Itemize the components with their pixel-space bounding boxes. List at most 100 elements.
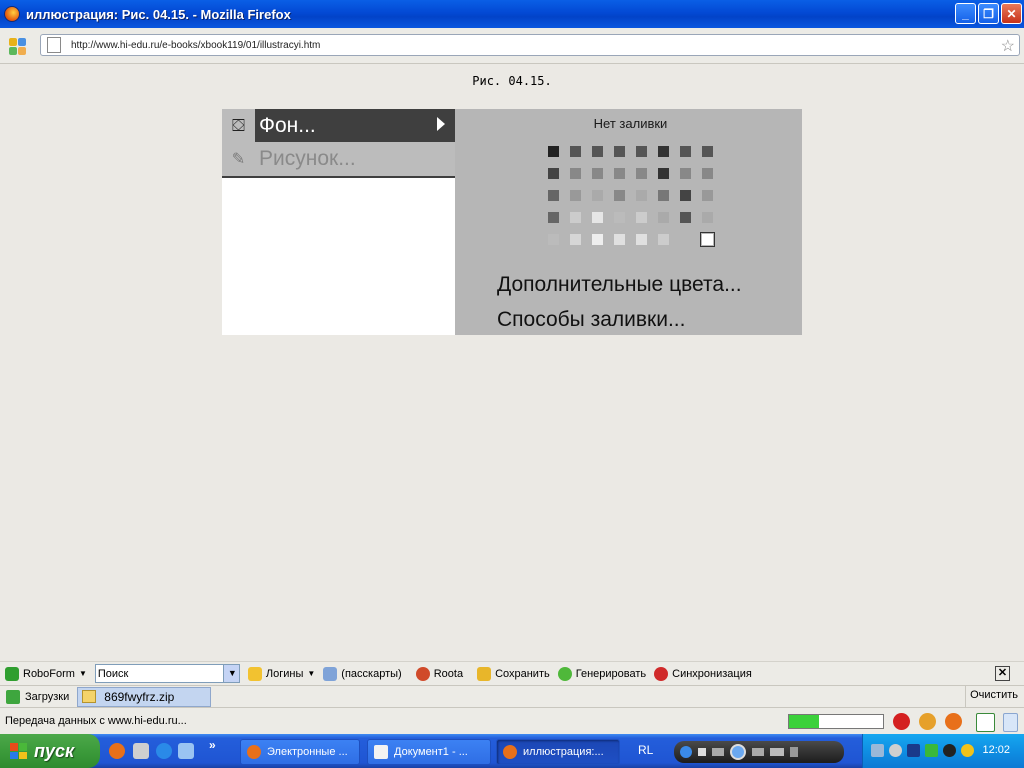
progress-fill <box>789 715 820 728</box>
stop-icon[interactable] <box>698 748 706 756</box>
firefox-addon-icon[interactable] <box>945 713 962 730</box>
roota-label: Roota <box>433 667 464 680</box>
color-swatch <box>570 168 581 179</box>
app-quicklaunch-icon[interactable] <box>133 743 149 759</box>
roboform-button[interactable]: RoboForm ▼ <box>5 666 87 681</box>
task-label: Документ1 - ... <box>394 746 468 758</box>
download-item[interactable]: 869fwyfrz.zip <box>77 686 212 707</box>
downloads-button[interactable]: Загрузки <box>6 689 69 704</box>
clear-downloads-button[interactable]: Очистить <box>970 689 1018 701</box>
more-colors-option: Дополнительные цвета... <box>497 273 742 296</box>
status-text: Передача данных с www.hi-edu.ru... <box>5 715 187 727</box>
player-icon[interactable] <box>680 746 692 758</box>
show-desktop-icon[interactable] <box>178 743 194 759</box>
address-url[interactable]: http://www.hi-edu.ru/e-books/xbook119/01… <box>71 40 320 51</box>
roboform-icon <box>5 666 19 681</box>
taskbar-button-illustration[interactable]: иллюстрация:... <box>496 739 620 765</box>
firefox-icon <box>247 745 261 759</box>
network-icon[interactable] <box>871 744 884 757</box>
page-icon <box>47 37 61 53</box>
downloads-icon <box>6 689 20 704</box>
maximize-button[interactable]: ❐ <box>978 3 999 24</box>
toolbar-close-button[interactable]: ✕ <box>995 666 1010 681</box>
start-button[interactable]: пуск <box>0 734 100 768</box>
logins-button[interactable]: Логины ▼ <box>247 666 316 681</box>
color-swatch <box>636 168 647 179</box>
tray-security-icon[interactable] <box>961 744 974 757</box>
firefox-menu-icon[interactable] <box>9 38 26 55</box>
download-filename: 869fwyfrz.zip <box>104 689 175 704</box>
color-swatch <box>614 146 625 157</box>
color-swatch <box>570 146 581 157</box>
color-submenu: Нет заливки Дополнительные цвета... Спос… <box>455 109 802 335</box>
language-indicator[interactable]: RL <box>638 743 653 757</box>
bookmark-star-icon[interactable]: ☆ <box>1001 36 1015 56</box>
color-swatch <box>592 190 603 201</box>
save-label: Сохранить <box>495 667 550 680</box>
color-swatch <box>636 190 647 201</box>
color-swatch <box>680 212 691 223</box>
roboform-toolbar: RoboForm ▼ Поиск ▼ Логины ▼ (пасскарты) … <box>0 661 1024 685</box>
next-icon[interactable] <box>752 748 764 756</box>
address-bar[interactable]: http://www.hi-edu.ru/e-books/xbook119/01… <box>40 34 1020 56</box>
adblock-icon[interactable] <box>893 713 910 730</box>
taskbar-button-document[interactable]: Документ1 - ... <box>367 739 491 765</box>
color-swatch <box>570 234 581 245</box>
menu-item-picture-label: Рисунок... <box>259 147 356 170</box>
color-swatch <box>548 212 559 223</box>
color-swatch <box>702 212 713 223</box>
generate-button[interactable]: Генерировать <box>557 666 646 681</box>
sync-label: Синхронизация <box>672 667 752 680</box>
tray-app-icon[interactable] <box>889 744 902 757</box>
previous-icon[interactable] <box>712 748 724 756</box>
roboform-tray-icon[interactable] <box>925 744 938 757</box>
quicklaunch-more-icon[interactable]: » <box>209 738 216 752</box>
menu-item-background-label: Фон... <box>259 113 316 137</box>
roboform-search-input[interactable]: Поиск ▼ <box>94 664 240 683</box>
color-swatch <box>636 146 647 157</box>
windows-taskbar: пуск » Электронные ... Документ1 - ... и… <box>0 734 1024 768</box>
close-button[interactable]: ✕ <box>1001 3 1022 24</box>
search-value: Поиск <box>97 667 129 680</box>
loading-progress-bar <box>788 714 884 729</box>
color-swatch <box>614 190 625 201</box>
firefox-icon <box>4 6 20 22</box>
addon-face-icon[interactable] <box>919 713 936 730</box>
firefox-quicklaunch-icon[interactable] <box>109 743 125 759</box>
internet-explorer-icon[interactable] <box>156 743 172 759</box>
color-swatch <box>680 190 691 201</box>
color-swatch <box>592 212 603 223</box>
system-tray: 12:02 <box>862 734 1024 768</box>
color-swatch <box>700 232 715 247</box>
chevron-down-icon[interactable]: ▼ <box>222 665 239 682</box>
taskbar-button-electronic[interactable]: Электронные ... <box>240 739 360 765</box>
menu-item-picture: ✎ Рисунок... <box>222 142 455 178</box>
tray-media-icon[interactable] <box>943 744 956 757</box>
volume-icon[interactable] <box>770 748 784 756</box>
roota-button[interactable]: Roota <box>415 666 464 681</box>
window-title: иллюстрация: Рис. 04.15. - Mozilla Firef… <box>26 6 291 22</box>
window-title-bar[interactable]: иллюстрация: Рис. 04.15. - Mozilla Firef… <box>0 0 1024 28</box>
sync-button[interactable]: Синхронизация <box>654 666 752 681</box>
chevron-down-icon: ▼ <box>307 669 316 678</box>
passcards-button[interactable]: (пасскарты) <box>323 666 402 681</box>
save-button[interactable]: Сохранить <box>477 666 550 681</box>
sync-icon <box>654 666 669 681</box>
task-label: Электронные ... <box>267 746 348 758</box>
minimize-button[interactable]: _ <box>955 3 976 24</box>
color-swatch <box>680 168 691 179</box>
pause-icon[interactable] <box>730 744 746 760</box>
tray-monitor-icon[interactable] <box>907 744 920 757</box>
chevron-down-icon: ▼ <box>78 669 87 678</box>
color-swatch <box>658 190 669 201</box>
color-swatch <box>548 146 559 157</box>
color-swatch <box>614 234 625 245</box>
restore-player-icon[interactable] <box>790 747 798 757</box>
logins-label: Логины <box>265 667 304 680</box>
color-swatch <box>570 190 581 201</box>
sync-status-icon[interactable] <box>976 713 995 732</box>
color-swatch <box>658 212 669 223</box>
color-swatch <box>548 190 559 201</box>
sidebar-icon[interactable] <box>1003 713 1018 732</box>
menu-item-background: ⛋ Фон... <box>222 109 455 142</box>
